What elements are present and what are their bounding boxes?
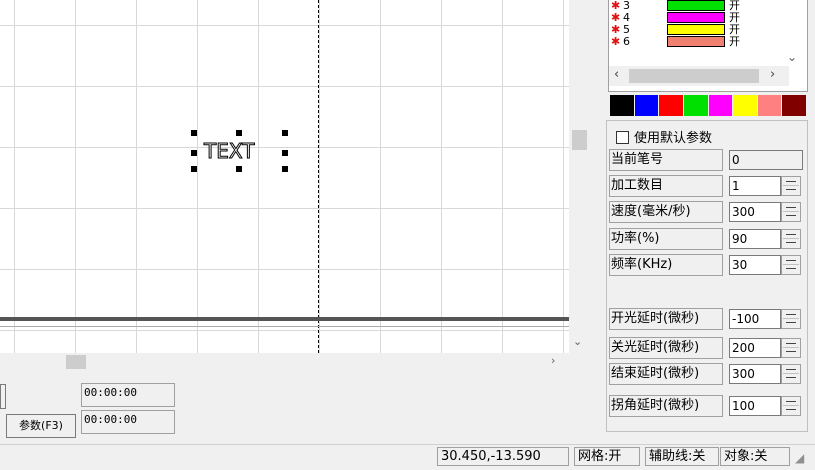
- resize-handle-w[interactable]: [191, 150, 197, 156]
- use-default-params-checkbox[interactable]: [616, 131, 629, 144]
- pen-list-scroll-down-icon[interactable]: ⌄: [787, 50, 797, 64]
- work-area-boundary-secondary: [0, 326, 569, 327]
- horizontal-scroll-thumb[interactable]: [66, 355, 86, 369]
- scroll-right-arrow-icon[interactable]: ›: [551, 354, 555, 367]
- pen-list-horizontal-scrollbar[interactable]: ‹ ›: [609, 66, 789, 86]
- color-palette: [610, 95, 806, 116]
- laser-off-delay-input[interactable]: 200: [729, 338, 781, 358]
- pen-number: 5: [623, 23, 630, 36]
- laser-on-delay-label: 开光延时(微秒): [609, 308, 723, 330]
- pen-number: 6: [623, 35, 630, 48]
- pen-state: 开: [729, 23, 740, 36]
- canvas-grid: [0, 0, 569, 353]
- pen-state: 开: [729, 35, 740, 48]
- cursor-coordinates: 30.450,-13.590: [437, 447, 569, 466]
- drawing-canvas[interactable]: TEXT: [0, 0, 569, 353]
- resize-handle-nw[interactable]: [191, 130, 197, 136]
- speed-spinner[interactable]: [781, 202, 801, 222]
- use-default-params-label: 使用默认参数: [634, 131, 713, 146]
- pen-marker-icon: ✱: [611, 0, 621, 12]
- resize-handle-sw[interactable]: [191, 166, 197, 172]
- count-spinner[interactable]: [781, 176, 801, 196]
- resize-handle-s[interactable]: [236, 166, 242, 172]
- resize-handle-e[interactable]: [282, 150, 288, 156]
- text-object-content: TEXT: [203, 139, 255, 164]
- power-input[interactable]: 90: [729, 229, 781, 249]
- pen-state: 开: [729, 11, 740, 24]
- end-delay-label: 结束延时(微秒): [609, 363, 723, 385]
- vertical-axis-line: [318, 0, 319, 353]
- resize-handle-se[interactable]: [282, 166, 288, 172]
- palette-color-magenta[interactable]: [708, 95, 733, 116]
- pen-color-swatch: [667, 36, 725, 47]
- guides-status[interactable]: 辅助线:关: [645, 447, 719, 466]
- canvas-horizontal-scrollbar[interactable]: ›: [0, 353, 569, 371]
- palette-color-maroon[interactable]: [782, 95, 806, 116]
- pen-list-scroll-thumb[interactable]: [629, 69, 759, 83]
- frequency-label: 频率(KHz): [609, 254, 723, 276]
- palette-color-pink[interactable]: [757, 95, 782, 116]
- corner-delay-label: 拐角延时(微秒): [609, 395, 723, 417]
- end-delay-spinner[interactable]: [781, 364, 801, 384]
- count-input[interactable]: 1: [729, 176, 781, 196]
- resize-grip-icon[interactable]: ◢: [795, 451, 804, 465]
- grid-status[interactable]: 网格:开: [574, 447, 640, 466]
- palette-color-blue[interactable]: [634, 95, 659, 116]
- pen-color-swatch: [667, 24, 725, 35]
- pen-state: 开: [729, 0, 740, 12]
- count-label: 加工数目: [609, 175, 723, 197]
- laser-off-delay-label: 关光延时(微秒): [609, 337, 723, 359]
- pen-marker-icon: ✱: [611, 23, 621, 36]
- vertical-scroll-thumb[interactable]: [572, 130, 587, 150]
- palette-color-red[interactable]: [659, 95, 683, 116]
- resize-handle-ne[interactable]: [282, 130, 288, 136]
- pen-number: 3: [623, 0, 630, 12]
- text-object[interactable]: TEXT: [191, 130, 288, 172]
- resize-handle-n[interactable]: [236, 130, 242, 136]
- partial-button[interactable]: [0, 384, 6, 409]
- params-button[interactable]: 参数(F3): [6, 414, 76, 438]
- speed-label: 速度(毫米/秒): [609, 201, 723, 223]
- pen-number-field: 0: [729, 150, 803, 170]
- scroll-left-icon[interactable]: ‹: [614, 67, 619, 82]
- canvas-vertical-scrollbar[interactable]: ⌄: [569, 0, 590, 353]
- scroll-down-arrow-icon[interactable]: ⌄: [573, 335, 582, 348]
- frequency-input[interactable]: 30: [729, 255, 781, 275]
- frequency-spinner[interactable]: [781, 255, 801, 275]
- object-snap-status[interactable]: 对象:关: [720, 447, 790, 466]
- end-delay-input[interactable]: 300: [729, 364, 781, 384]
- corner-delay-input[interactable]: 100: [729, 396, 781, 416]
- speed-input[interactable]: 300: [729, 202, 781, 222]
- pen-number-label: 当前笔号: [609, 149, 723, 171]
- power-label: 功率(%): [609, 228, 723, 250]
- corner-delay-spinner[interactable]: [781, 396, 801, 416]
- laser-on-delay-input[interactable]: -100: [729, 309, 781, 329]
- palette-color-yellow[interactable]: [733, 95, 757, 116]
- total-time-display: 00:00:00: [81, 410, 175, 434]
- laser-on-delay-spinner[interactable]: [781, 309, 801, 329]
- elapsed-time-display: 00:00:00: [81, 383, 175, 407]
- power-spinner[interactable]: [781, 229, 801, 249]
- pen-color-swatch: [667, 12, 725, 23]
- scroll-right-icon[interactable]: ›: [770, 67, 775, 82]
- palette-color-black[interactable]: [610, 95, 634, 116]
- palette-color-green[interactable]: [683, 95, 708, 116]
- laser-off-delay-spinner[interactable]: [781, 338, 801, 358]
- pen-marker-icon: ✱: [611, 35, 621, 48]
- work-area-boundary: [0, 317, 569, 321]
- pen-marker-icon: ✱: [611, 11, 621, 24]
- pen-number: 4: [623, 11, 630, 24]
- pen-color-swatch: [667, 0, 725, 11]
